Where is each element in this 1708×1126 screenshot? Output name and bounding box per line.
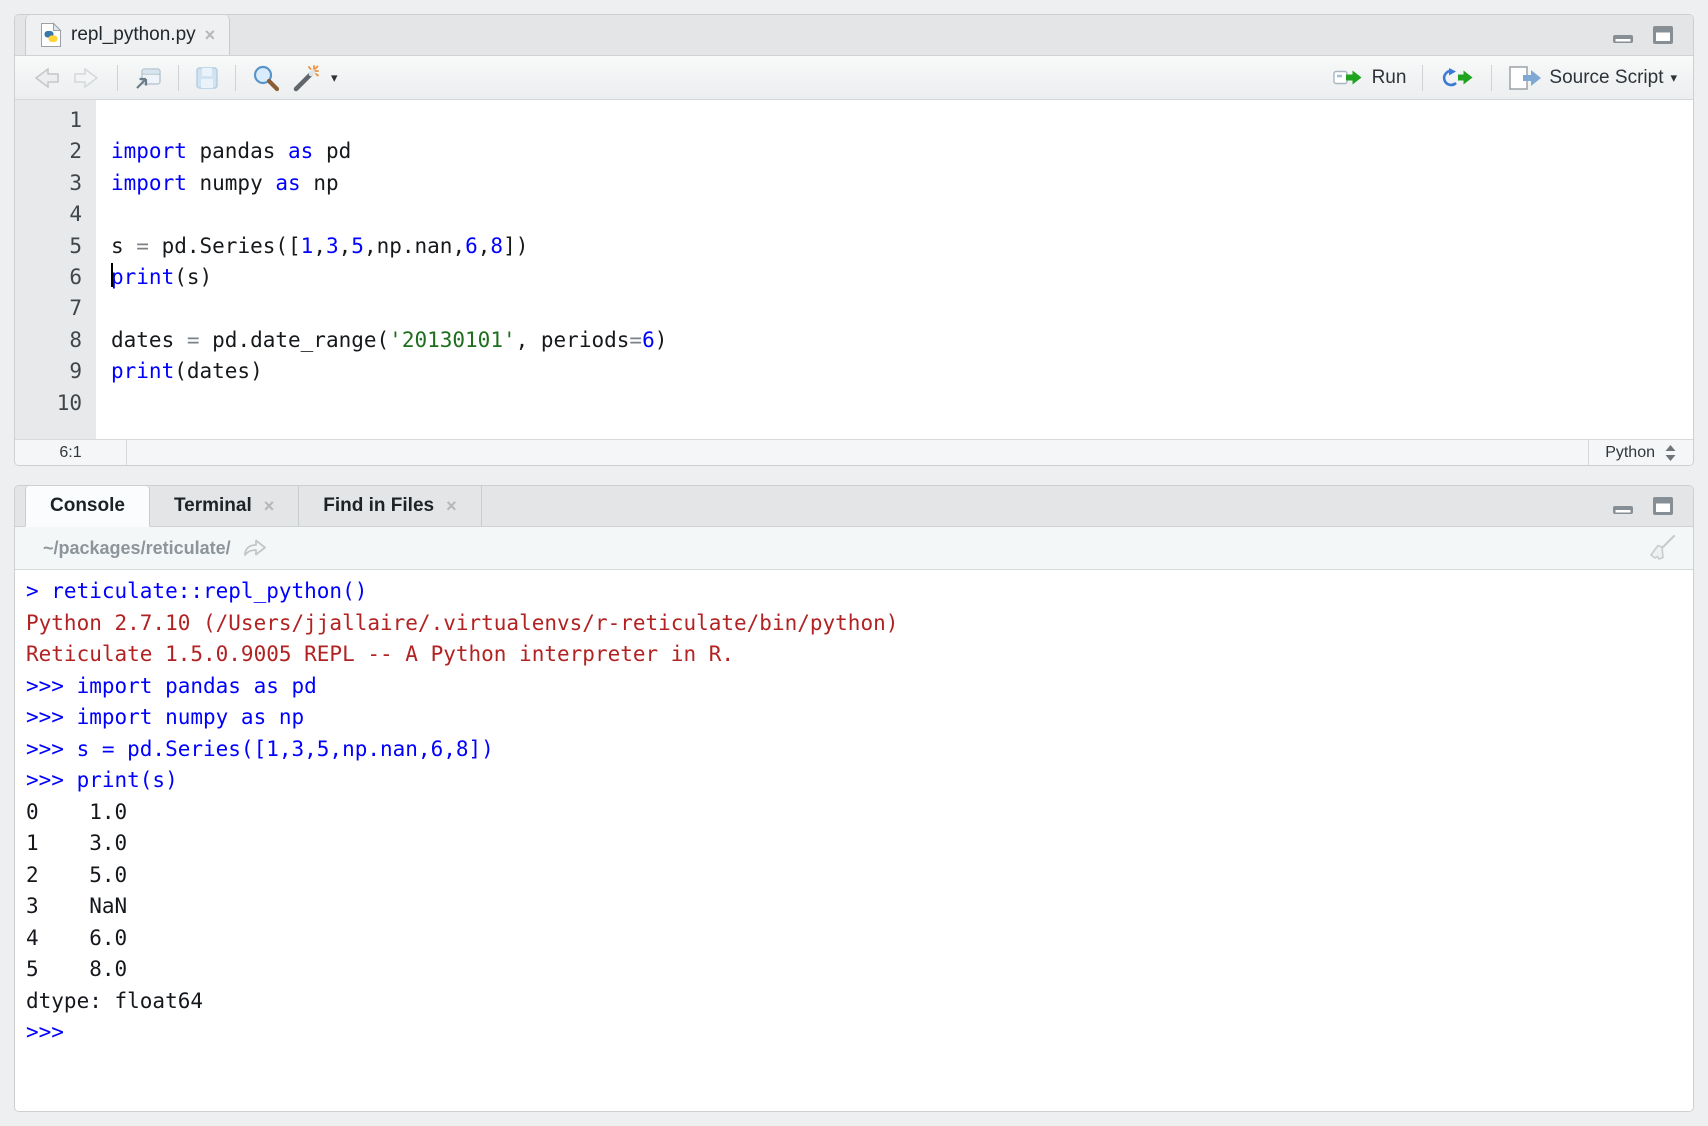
console-tab-terminal[interactable]: Terminal × [150, 486, 299, 526]
toolbar-separator [178, 65, 179, 91]
code-line: import pandas as pd [111, 136, 1693, 167]
console-line: >>> import numpy as np [26, 702, 1693, 734]
minimize-button[interactable] [1611, 25, 1635, 45]
console-line: 4 6.0 [26, 923, 1693, 955]
working-directory-path: ~/packages/reticulate/ [43, 538, 231, 559]
console-line: Reticulate 1.5.0.9005 REPL -- A Python i… [26, 639, 1693, 671]
run-label: Run [1372, 67, 1407, 89]
run-button[interactable]: Run [1333, 67, 1407, 89]
console-line: 5 8.0 [26, 954, 1693, 986]
language-selector[interactable]: Python [1588, 440, 1693, 466]
close-icon[interactable]: × [264, 496, 275, 517]
code-line: dates = pd.date_range('20130101', period… [111, 325, 1693, 356]
source-editor-pane: repl_python.py × [14, 14, 1694, 466]
line-number: 8 [15, 325, 82, 356]
run-icon [1333, 67, 1365, 89]
console-tabstrip: Console Terminal × Find in Files × [15, 486, 1693, 527]
code-editor[interactable]: 12345678910 import pandas as pdimport nu… [15, 100, 1693, 439]
code-line [111, 199, 1693, 230]
editor-tab-title: repl_python.py [71, 24, 196, 46]
console-line: 0 1.0 [26, 797, 1693, 829]
console-output[interactable]: > reticulate::repl_python()Python 2.7.10… [15, 570, 1693, 1111]
editor-tabstrip: repl_python.py × [15, 15, 1693, 56]
cursor-position[interactable]: 6:1 [15, 440, 127, 466]
clear-console-broom-icon[interactable] [1647, 534, 1677, 562]
python-file-icon [40, 22, 62, 48]
maximize-button[interactable] [1651, 496, 1675, 516]
line-number: 4 [15, 199, 82, 230]
wand-dropdown-caret-icon[interactable]: ▾ [331, 70, 338, 86]
magic-wand-icon[interactable] [290, 64, 320, 92]
code-line: s = pd.Series([1,3,5,np.nan,6,8]) [111, 231, 1693, 262]
console-line: > reticulate::repl_python() [26, 576, 1693, 608]
console-line: dtype: float64 [26, 986, 1693, 1018]
minimize-button[interactable] [1611, 496, 1635, 516]
code-line: print(dates) [111, 356, 1693, 387]
source-script-icon [1508, 65, 1542, 91]
editor-toolbar: ▾ Run [15, 56, 1693, 100]
source-dropdown-caret-icon: ▾ [1670, 70, 1677, 86]
rerun-icon[interactable] [1439, 67, 1475, 89]
source-script-label: Source Script [1549, 67, 1663, 89]
working-directory-bar: ~/packages/reticulate/ [15, 527, 1693, 570]
close-icon[interactable]: × [446, 496, 457, 517]
save-icon[interactable] [194, 65, 220, 91]
code-line [111, 388, 1693, 419]
open-new-window-icon[interactable] [133, 65, 163, 91]
console-line: 3 NaN [26, 891, 1693, 923]
line-number: 10 [15, 388, 82, 419]
gutter: 12345678910 [15, 100, 96, 439]
tab-label: Find in Files [323, 495, 434, 517]
console-tab-console[interactable]: Console [25, 486, 150, 527]
forward-icon[interactable] [72, 65, 102, 91]
code-line: print(s) [111, 262, 1693, 293]
console-line: Python 2.7.10 (/Users/jjallaire/.virtual… [26, 608, 1693, 640]
editor-status-bar: 6:1 Python [15, 439, 1693, 466]
code-line [111, 105, 1693, 136]
line-number: 7 [15, 293, 82, 324]
line-number: 6 [15, 262, 82, 293]
code-line: import numpy as np [111, 168, 1693, 199]
console-pane: Console Terminal × Find in Files × ~/package… [14, 485, 1694, 1112]
code-line [111, 293, 1693, 324]
updown-selector-icon [1664, 444, 1677, 462]
line-number: 9 [15, 356, 82, 387]
close-icon[interactable]: × [205, 25, 216, 46]
console-line: 2 5.0 [26, 860, 1693, 892]
code-lines: import pandas as pdimport numpy as np s =… [96, 100, 1693, 439]
console-tab-find-in-files[interactable]: Find in Files × [299, 486, 481, 526]
toolbar-separator [235, 65, 236, 91]
console-line: >>> s = pd.Series([1,3,5,np.nan,6,8]) [26, 734, 1693, 766]
line-number: 3 [15, 168, 82, 199]
editor-tab-repl-python[interactable]: repl_python.py × [25, 15, 230, 55]
search-icon[interactable] [251, 64, 279, 92]
line-number: 2 [15, 136, 82, 167]
line-number: 1 [15, 105, 82, 136]
language-label: Python [1605, 444, 1655, 462]
maximize-button[interactable] [1651, 25, 1675, 45]
toolbar-separator [1491, 65, 1492, 91]
line-number: 5 [15, 231, 82, 262]
toolbar-separator [117, 65, 118, 91]
back-icon[interactable] [31, 65, 61, 91]
tab-label: Console [50, 495, 125, 517]
source-script-button[interactable]: Source Script ▾ [1508, 65, 1677, 91]
text-cursor [111, 263, 113, 287]
console-line: >>> import pandas as pd [26, 671, 1693, 703]
goto-directory-arrow-icon[interactable] [242, 538, 268, 558]
toolbar-separator [1422, 65, 1423, 91]
tab-label: Terminal [174, 495, 252, 517]
console-line: 1 3.0 [26, 828, 1693, 860]
console-line: >>> print(s) [26, 765, 1693, 797]
console-line: >>> [26, 1017, 1693, 1049]
